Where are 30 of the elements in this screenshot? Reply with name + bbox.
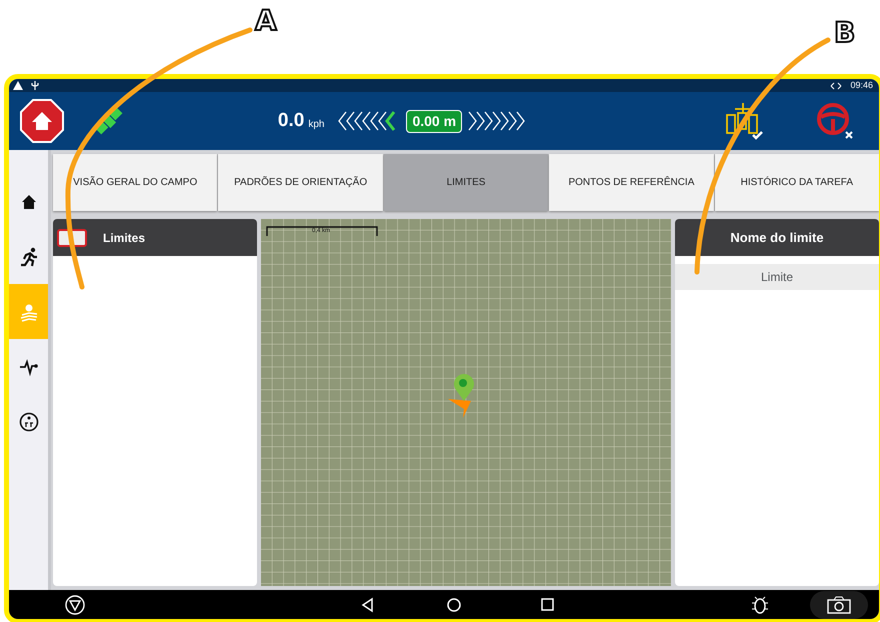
steering-wheel-icon[interactable]	[815, 101, 855, 141]
field-gear-icon	[18, 302, 38, 322]
panel-title: Limites	[103, 230, 146, 246]
ut-icon	[18, 412, 38, 432]
bug-report-button[interactable]	[750, 594, 770, 614]
panel-title: Nome do limite	[675, 219, 879, 256]
offset-value: 0.00 m	[406, 110, 462, 132]
usb-icon	[31, 81, 39, 90]
callout-label: B	[834, 19, 856, 47]
callout-label: A	[255, 7, 277, 35]
back-button[interactable]	[360, 594, 374, 614]
camera-icon	[827, 596, 851, 614]
clock-time: 09:46	[850, 79, 873, 92]
speed-value: 0.0	[278, 108, 304, 133]
speed-unit: kph	[308, 118, 324, 132]
implement-icon[interactable]	[723, 101, 763, 141]
tab[interactable]: PONTOS DE REFERÊNCIA	[549, 154, 714, 211]
home-button[interactable]	[19, 98, 65, 144]
boundary-name-field[interactable]: Limite	[675, 264, 879, 290]
tab[interactable]: HISTÓRICO DA TAREFA	[714, 154, 879, 211]
warning-icon	[13, 81, 23, 90]
signal-icon	[830, 82, 842, 90]
pulse-icon	[18, 356, 38, 376]
location-pin-icon	[453, 374, 475, 402]
tab[interactable]: PADRÕES DE ORIENTAÇÃO	[218, 154, 383, 211]
tab[interactable]: VISÃO GERAL DO CAMPO	[53, 154, 218, 211]
dropdown-menu-button[interactable]	[65, 594, 85, 614]
tab[interactable]: LIMITES	[384, 154, 548, 211]
screenshot-button[interactable]	[810, 590, 868, 618]
runner-icon	[18, 246, 38, 266]
